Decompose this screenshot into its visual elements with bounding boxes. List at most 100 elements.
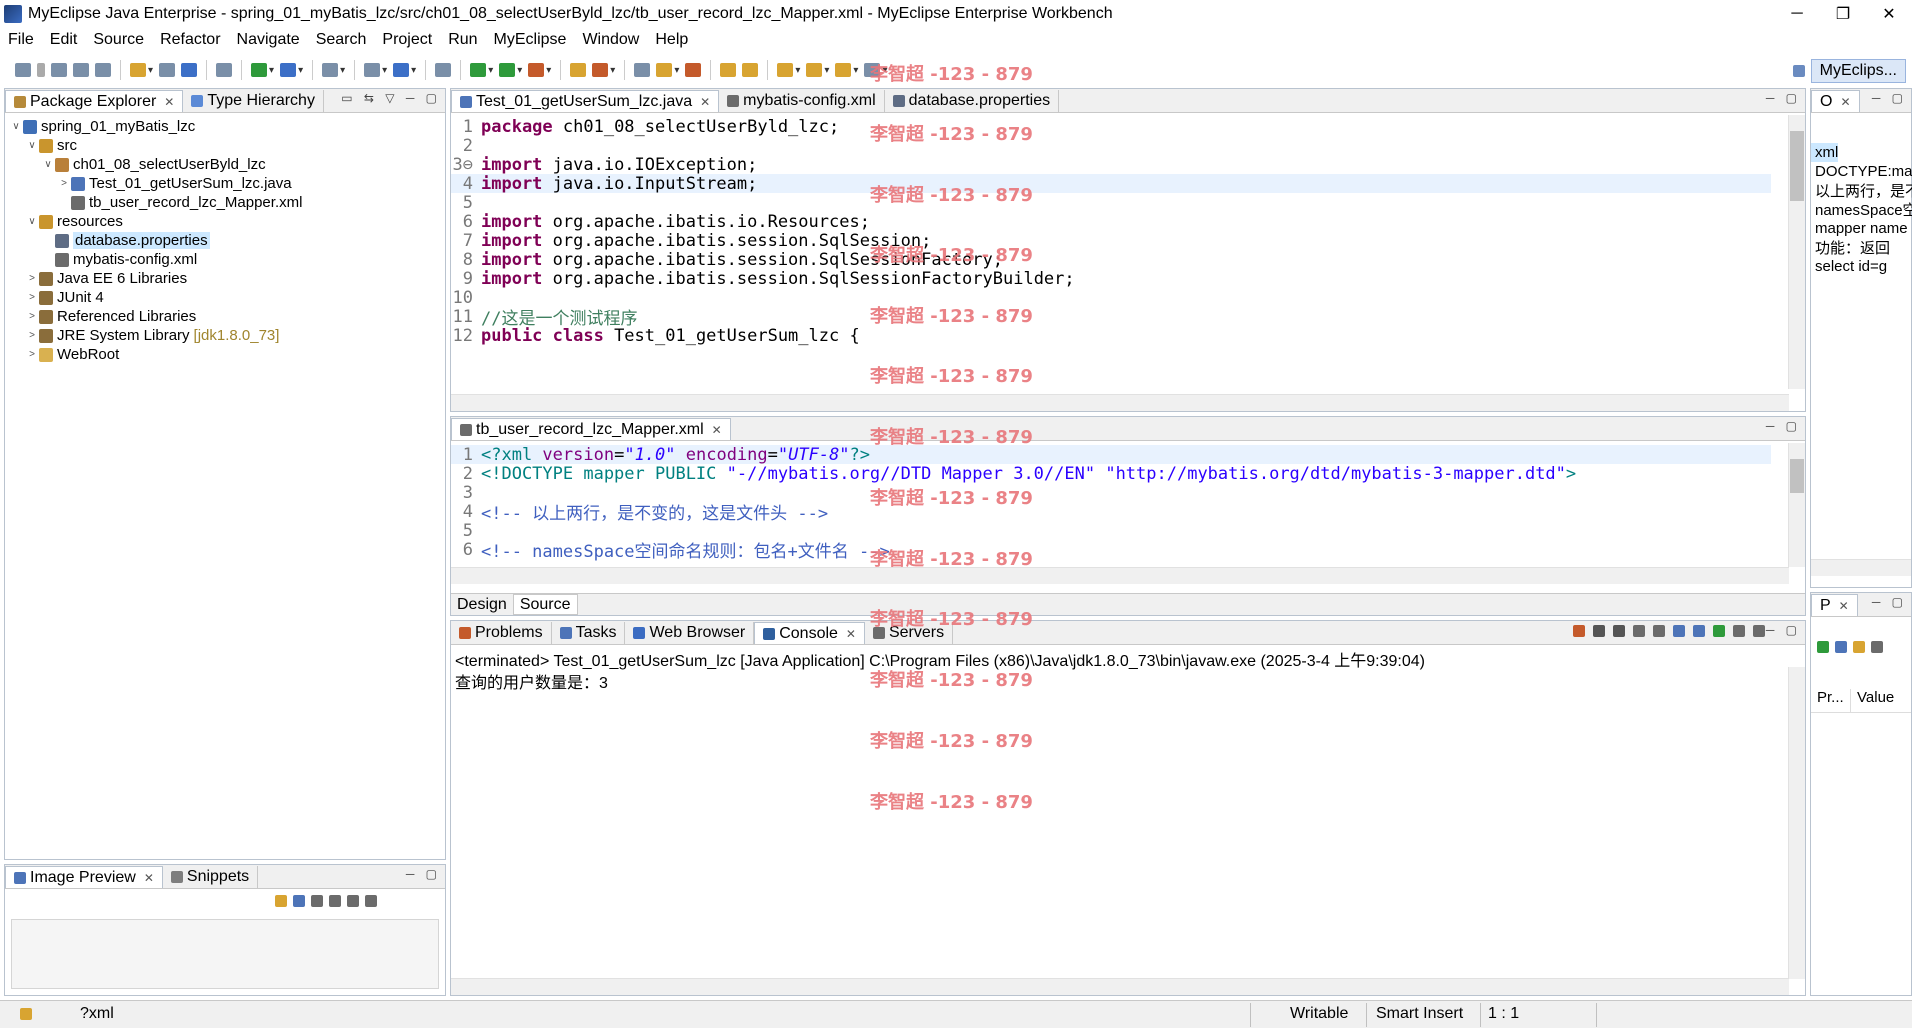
tree-item[interactable]: > Referenced Libraries — [5, 307, 196, 326]
toolbar-tool-icon[interactable] — [37, 63, 45, 77]
tree-item[interactable]: > JRE System Library [jdk1.8.0_73] — [5, 326, 279, 345]
tab-design[interactable]: Design — [451, 594, 513, 615]
horizontal-scrollbar[interactable] — [451, 567, 1789, 584]
tab-type-hierarchy[interactable]: Type Hierarchy — [183, 90, 324, 112]
tab-tb-user-record-lzc-mapper-xml[interactable]: tb_user_record_lzc_Mapper.xml ✕ — [451, 418, 731, 440]
dropdown-arrow-icon[interactable]: ▾ — [610, 65, 615, 76]
tab-source[interactable]: Source — [512, 594, 578, 615]
close-icon[interactable]: ✕ — [1840, 95, 1850, 109]
toolbar-tool-icon[interactable] — [634, 63, 651, 77]
toolbar-tool-icon[interactable] — [130, 63, 146, 77]
tab-mybatis-config-xml[interactable]: mybatis-config.xml — [719, 90, 885, 112]
restore-default-icon[interactable] — [1871, 641, 1883, 653]
expand-toggle-icon[interactable]: > — [25, 349, 39, 360]
toolbar-tool-icon[interactable] — [159, 63, 176, 77]
vertical-scrollbar[interactable] — [1788, 115, 1805, 389]
dropdown-arrow-icon[interactable]: ▾ — [382, 65, 387, 76]
toolbar-tool-icon[interactable] — [280, 63, 297, 77]
toolbar-tool-icon[interactable] — [95, 63, 111, 77]
toolbar-tool-icon[interactable] — [835, 63, 852, 77]
toolbar-tool-icon[interactable] — [685, 63, 702, 77]
tab-image-preview[interactable]: Image Preview ✕ — [5, 866, 163, 888]
toolbar-tool-icon[interactable] — [528, 63, 545, 77]
fit-icon[interactable] — [293, 895, 305, 907]
dropdown-arrow-icon[interactable]: ▾ — [269, 65, 274, 76]
expand-toggle-icon[interactable]: > — [25, 330, 39, 341]
open-console-icon[interactable] — [1753, 625, 1765, 637]
expand-toggle-icon[interactable]: > — [57, 178, 71, 189]
menu-project[interactable]: Project — [374, 31, 440, 49]
tab-tasks[interactable]: Tasks — [552, 622, 626, 644]
dropdown-arrow-icon[interactable]: ▾ — [517, 65, 522, 76]
toolbar-tool-icon[interactable] — [393, 63, 410, 77]
display-console-icon[interactable] — [1733, 625, 1745, 637]
tree-item[interactable]: ∨ spring_01_myBatis_lzc — [5, 117, 195, 136]
open-perspective-icon[interactable] — [1792, 65, 1805, 77]
expand-toggle-icon[interactable]: ∨ — [25, 216, 39, 227]
actual-size-icon[interactable] — [347, 895, 359, 907]
vertical-scrollbar[interactable] — [1788, 443, 1805, 567]
toolbar-tool-icon[interactable] — [720, 63, 737, 77]
outline-item[interactable]: 功能：返回 — [1811, 238, 1890, 257]
tree-item[interactable]: > WebRoot — [5, 345, 119, 364]
menu-myeclipse[interactable]: MyEclipse — [486, 31, 575, 49]
close-button[interactable]: ✕ — [1866, 0, 1912, 28]
pin-console-icon[interactable] — [1713, 625, 1725, 637]
close-icon[interactable]: ✕ — [700, 95, 710, 109]
remove-launch-icon[interactable] — [1593, 625, 1605, 637]
show-on-output-icon[interactable] — [1673, 625, 1685, 637]
dropdown-arrow-icon[interactable]: ▾ — [411, 65, 416, 76]
expand-toggle-icon[interactable]: > — [25, 292, 39, 303]
tree-item[interactable]: ∨ src — [5, 136, 77, 155]
menu-run[interactable]: Run — [440, 31, 485, 49]
dropdown-arrow-icon[interactable]: ▾ — [148, 65, 153, 76]
pin-icon[interactable] — [1817, 641, 1829, 653]
terminate-icon[interactable] — [1573, 625, 1585, 637]
view-controls[interactable]: ▭ ⇆ ▽ ─ ▢ — [341, 91, 441, 105]
tab-web-browser[interactable]: Web Browser — [625, 622, 755, 644]
outline-item[interactable]: namesSpace空 — [1811, 200, 1912, 219]
dropdown-arrow-icon[interactable]: ▾ — [824, 65, 829, 76]
clear-console-icon[interactable] — [1633, 625, 1645, 637]
menu-file[interactable]: File — [0, 31, 42, 49]
expand-toggle-icon[interactable]: ∨ — [25, 140, 39, 151]
maximize-button[interactable]: ❐ — [1820, 0, 1866, 28]
show-on-error-icon[interactable] — [1693, 625, 1705, 637]
tree-item[interactable]: > JUnit 4 — [5, 288, 104, 307]
property-column-header[interactable]: Pr... — [1811, 689, 1851, 712]
tab-console[interactable]: Console ✕ — [754, 622, 865, 644]
tree-item[interactable]: tb_user_record_lzc_Mapper.xml — [5, 193, 302, 212]
xml-code-area[interactable]: 1 <?xml version = "1.0" encoding = "UTF-8" ?> 2… — [451, 441, 1805, 565]
scroll-lock-icon[interactable] — [1653, 625, 1665, 637]
tab-snippets[interactable]: Snippets — [163, 866, 259, 888]
tab-properties[interactable]: P ✕ — [1811, 594, 1858, 616]
dropdown-arrow-icon[interactable]: ▾ — [674, 65, 679, 76]
menu-source[interactable]: Source — [85, 31, 152, 49]
view-controls[interactable]: ─ ▢ — [1766, 419, 1801, 433]
remove-all-icon[interactable] — [1613, 625, 1625, 637]
close-icon[interactable]: ✕ — [144, 871, 154, 885]
toolbar-tool-icon[interactable] — [73, 63, 89, 77]
expand-toggle-icon[interactable]: > — [25, 311, 39, 322]
tree-item[interactable]: ∨ ch01_08_selectUserByld_lzc — [5, 155, 265, 174]
view-controls[interactable]: ─ ▢ — [406, 867, 441, 881]
dropdown-arrow-icon[interactable]: ▾ — [340, 65, 345, 76]
dropdown-arrow-icon[interactable]: ▾ — [298, 65, 303, 76]
sync-icon[interactable] — [275, 895, 287, 907]
horizontal-scrollbar[interactable] — [451, 394, 1789, 411]
close-icon[interactable]: ✕ — [846, 627, 856, 641]
menu-navigate[interactable]: Navigate — [229, 31, 308, 49]
menu-edit[interactable]: Edit — [42, 31, 86, 49]
toolbar-tool-icon[interactable] — [364, 63, 381, 77]
menu-search[interactable]: Search — [308, 31, 375, 49]
toolbar-tool-icon[interactable] — [435, 63, 452, 77]
tree-item[interactable]: > Test_01_getUserSum_lzc.java — [5, 174, 292, 193]
tree-item[interactable]: > Java EE 6 Libraries — [5, 269, 187, 288]
tab-package-explorer[interactable]: Package Explorer ✕ — [5, 90, 184, 112]
value-column-header[interactable]: Value — [1851, 689, 1894, 712]
outline-item[interactable]: select id=g — [1811, 257, 1887, 276]
toolbar-tool-icon[interactable] — [570, 63, 587, 77]
toolbar-tool-icon[interactable] — [806, 63, 823, 77]
expand-toggle-icon[interactable]: ∨ — [41, 159, 55, 170]
outline-item[interactable]: DOCTYPE:map — [1811, 162, 1912, 181]
